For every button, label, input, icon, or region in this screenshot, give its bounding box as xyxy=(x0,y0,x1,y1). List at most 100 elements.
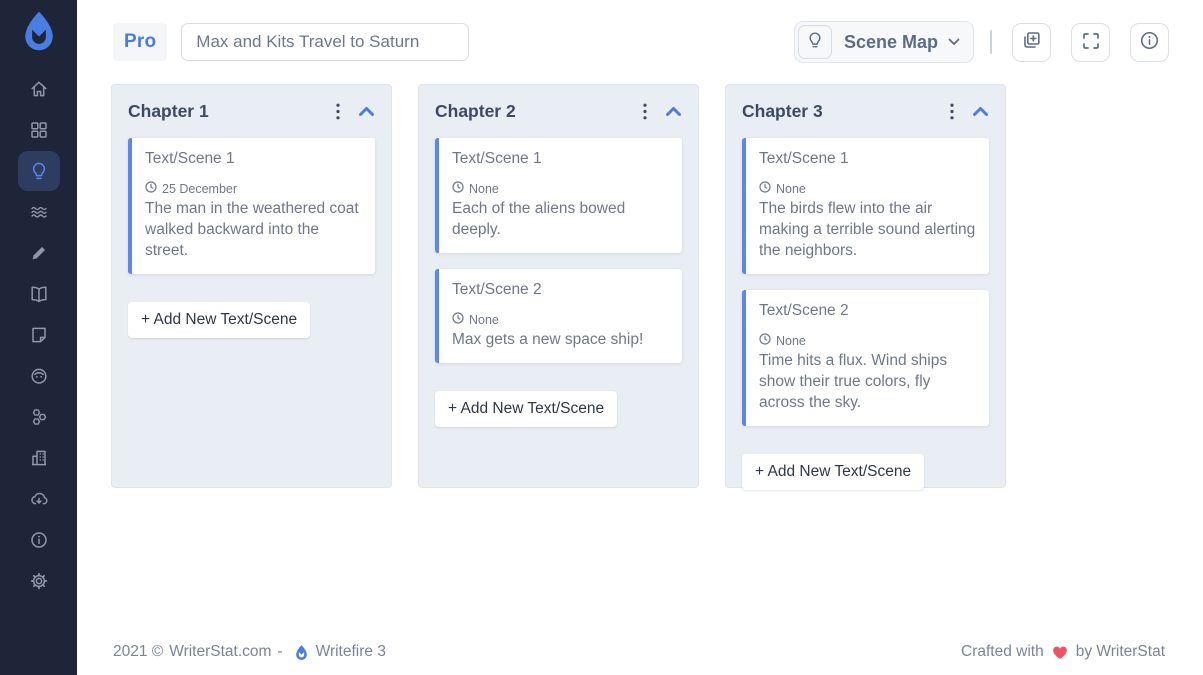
chapter-menu-button[interactable] xyxy=(334,101,342,122)
scene-card-title: Text/Scene 2 xyxy=(452,281,669,299)
scene-card[interactable]: Text/Scene 2 None Time hits a flux. Wind… xyxy=(742,290,989,426)
scene-card-text: The birds flew into the air making a ter… xyxy=(759,198,976,261)
fullscreen-button[interactable] xyxy=(1071,23,1110,62)
add-scene-button[interactable]: + Add New Text/Scene xyxy=(742,454,924,490)
scene-card-title: Text/Scene 1 xyxy=(759,150,976,168)
scene-card-text: Each of the aliens bowed deeply. xyxy=(452,198,669,240)
molecules-icon xyxy=(29,407,49,427)
scene-card-title: Text/Scene 1 xyxy=(145,150,362,168)
scene-card-meta: None xyxy=(452,312,669,327)
scene-card[interactable]: Text/Scene 1 None The birds flew into th… xyxy=(742,138,989,274)
sidebar-item-character[interactable] xyxy=(18,356,60,396)
chapter-title: Chapter 3 xyxy=(742,101,948,122)
footer-crafted-suffix: by WriterStat xyxy=(1076,643,1165,661)
fullscreen-icon xyxy=(1081,31,1101,54)
scene-card[interactable]: Text/Scene 2 None Max gets a new space s… xyxy=(435,269,682,363)
sidebar-item-write[interactable] xyxy=(18,233,60,273)
footer-right: Crafted with by WriterStat xyxy=(957,643,1169,661)
info-icon xyxy=(29,530,49,550)
toolbar-divider xyxy=(990,30,992,54)
scene-card-title: Text/Scene 1 xyxy=(452,150,669,168)
sidebar-item-settings[interactable] xyxy=(18,561,60,601)
sidebar-item-flow[interactable] xyxy=(18,192,60,232)
add-scene-button[interactable]: + Add New Text/Scene xyxy=(128,302,310,338)
info-button[interactable] xyxy=(1130,23,1169,62)
footer-site-link[interactable]: WriterStat.com xyxy=(169,643,271,661)
pencil-icon xyxy=(29,243,49,263)
lightbulb-icon xyxy=(806,31,824,54)
building-icon xyxy=(29,448,49,468)
footer-product: Writefire 3 xyxy=(316,643,386,661)
heart-icon xyxy=(1052,645,1068,660)
sidebar-item-notes[interactable] xyxy=(18,315,60,355)
project-title-input[interactable] xyxy=(181,23,469,61)
gear-icon xyxy=(29,571,49,591)
chapter-title: Chapter 1 xyxy=(128,101,334,122)
sidebar-item-about[interactable] xyxy=(18,520,60,560)
footer-copyright: 2021 © xyxy=(113,643,163,661)
clock-icon xyxy=(452,181,464,196)
chapter-collapse-button[interactable] xyxy=(972,104,989,119)
sidebar-item-cloud[interactable] xyxy=(18,479,60,519)
main-area: Pro Scene Map xyxy=(77,0,1203,675)
chevron-down-icon xyxy=(948,38,960,46)
pro-badge: Pro xyxy=(113,23,167,61)
footer-separator: - xyxy=(277,643,282,661)
scene-card-meta: None xyxy=(759,333,976,348)
sidebar-nav xyxy=(18,69,60,601)
clock-icon xyxy=(452,312,464,327)
sidebar-item-scene-map[interactable] xyxy=(18,151,60,191)
scene-card-date: None xyxy=(469,313,499,327)
character-icon xyxy=(29,366,49,386)
book-icon xyxy=(29,284,49,304)
footer: 2021 © WriterStat.com - Writefire 3 Craf… xyxy=(77,643,1203,675)
sidebar-item-molecules[interactable] xyxy=(18,397,60,437)
scene-card-meta: 25 December xyxy=(145,181,362,196)
cloud-download-icon xyxy=(29,489,49,509)
column-header: Chapter 2 xyxy=(435,101,682,122)
lightbulb-icon xyxy=(29,161,49,181)
chapter-collapse-button[interactable] xyxy=(358,104,375,119)
scene-card-date: None xyxy=(776,182,806,196)
scene-card-text: Max gets a new space ship! xyxy=(452,329,669,350)
chapter-column-1: Chapter 1 Text/Scene 1 25 December The m… xyxy=(111,84,392,488)
writefire-logo xyxy=(17,9,61,53)
scene-map-board: Chapter 1 Text/Scene 1 25 December The m… xyxy=(77,63,1203,643)
writefire-flame-icon xyxy=(293,644,310,661)
view-selector-label: Scene Map xyxy=(844,32,938,53)
scene-card-date: 25 December xyxy=(162,182,237,196)
clock-icon xyxy=(759,181,771,196)
info-icon xyxy=(1139,30,1160,54)
view-selector-dropdown[interactable]: Scene Map xyxy=(794,21,974,63)
sidebar xyxy=(0,0,77,675)
scene-card[interactable]: Text/Scene 1 25 December The man in the … xyxy=(128,138,375,274)
sidebar-item-dashboard[interactable] xyxy=(18,110,60,150)
footer-left: 2021 © WriterStat.com - Writefire 3 xyxy=(113,643,392,661)
scene-card-meta: None xyxy=(452,181,669,196)
footer-crafted-prefix: Crafted with xyxy=(961,643,1044,661)
duplicate-add-icon xyxy=(1021,30,1042,54)
add-scene-button[interactable]: + Add New Text/Scene xyxy=(435,391,617,427)
waves-icon xyxy=(29,202,49,222)
header-toolbar: Scene Map xyxy=(794,21,1169,63)
chapter-menu-button[interactable] xyxy=(641,101,649,122)
dashboard-icon xyxy=(29,120,49,140)
sidebar-item-book[interactable] xyxy=(18,274,60,314)
column-header: Chapter 3 xyxy=(742,101,989,122)
scene-card-title: Text/Scene 2 xyxy=(759,302,976,320)
scene-card-date: None xyxy=(469,182,499,196)
chapter-menu-button[interactable] xyxy=(948,101,956,122)
home-icon xyxy=(29,79,49,99)
sidebar-item-home[interactable] xyxy=(18,69,60,109)
scene-card[interactable]: Text/Scene 1 None Each of the aliens bow… xyxy=(435,138,682,253)
chapter-collapse-button[interactable] xyxy=(665,104,682,119)
scene-card-date: None xyxy=(776,334,806,348)
clock-icon xyxy=(759,333,771,348)
scene-card-text: The man in the weathered coat walked bac… xyxy=(145,198,362,261)
sidebar-item-building[interactable] xyxy=(18,438,60,478)
duplicate-add-button[interactable] xyxy=(1012,23,1051,62)
header: Pro Scene Map xyxy=(77,0,1203,63)
chapter-column-2: Chapter 2 Text/Scene 1 None Each of the … xyxy=(418,84,699,488)
clock-icon xyxy=(145,181,157,196)
chapter-title: Chapter 2 xyxy=(435,101,641,122)
